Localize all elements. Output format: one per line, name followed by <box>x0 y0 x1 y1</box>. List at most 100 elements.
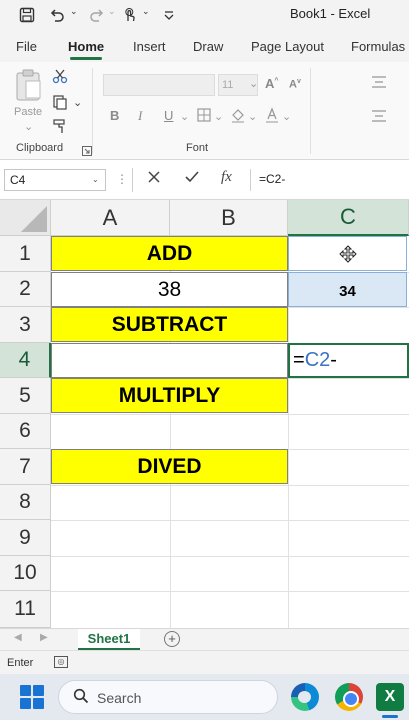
tab-draw[interactable]: Draw <box>193 39 223 54</box>
row-header-11[interactable]: 11 <box>0 591 51 628</box>
status-mode: Enter <box>7 657 34 669</box>
row-header-8[interactable]: 8 <box>0 485 51 520</box>
formula-input[interactable]: =C2- <box>250 169 409 191</box>
italic-button[interactable]: I <box>138 108 142 124</box>
window-title: Book1 - Excel <box>290 6 371 21</box>
row-header-5[interactable]: 5 <box>0 378 51 414</box>
row-header-1[interactable]: 1 <box>0 236 51 272</box>
gridline <box>51 520 409 521</box>
accessibility-icon[interactable]: ◎ <box>54 656 68 668</box>
borders-dropdown-icon[interactable]: ⌄ <box>214 110 223 123</box>
paste-icon[interactable] <box>14 68 44 107</box>
copy-dropdown-icon[interactable]: ⌄ <box>73 96 82 109</box>
cell-a3-subtract[interactable]: SUBTRACT <box>51 307 288 342</box>
sheet-tab-sheet1[interactable]: Sheet1 <box>78 629 140 650</box>
row-header-6[interactable]: 6 <box>0 414 51 449</box>
column-header-a[interactable]: A <box>51 200 170 236</box>
bold-button[interactable]: B <box>110 108 119 123</box>
row-header-10[interactable]: 10 <box>0 556 51 591</box>
tab-file[interactable]: File <box>16 39 37 54</box>
formula-bar-separator <box>132 168 133 192</box>
previous-sheet-icon[interactable]: ◀ <box>14 632 22 643</box>
align-top-icon[interactable] <box>370 74 388 95</box>
cell-a5-multiply[interactable]: MULTIPLY <box>51 378 288 413</box>
excel-app-icon[interactable]: X <box>376 683 404 711</box>
edge-browser-icon[interactable] <box>291 683 319 711</box>
borders-icon[interactable] <box>196 107 212 128</box>
ribbon: Paste ⌄ ⌄ 11 ⌄ A^ Av B I U ⌄ ⌄ ⌄ ⌄ Clipb… <box>0 62 409 160</box>
move-cursor-icon <box>338 244 357 263</box>
font-name-box[interactable] <box>103 74 215 96</box>
column-header-b[interactable]: B <box>170 200 288 236</box>
cell-a7-dived[interactable]: DIVED <box>51 449 288 484</box>
sheet-tab-bar: ◀ ▶ Sheet1 + <box>0 628 409 650</box>
ribbon-separator <box>310 68 311 154</box>
cut-icon[interactable] <box>52 68 68 89</box>
increase-font-icon[interactable]: A^ <box>265 76 278 91</box>
tab-insert[interactable]: Insert <box>133 39 166 54</box>
name-box-dropdown-icon[interactable]: ⌄ <box>92 175 99 184</box>
fill-color-dropdown-icon[interactable]: ⌄ <box>248 110 257 123</box>
customize-toolbar-icon[interactable] <box>158 4 180 26</box>
worksheet-grid: A B C 1 2 3 4 5 6 7 8 9 10 11 ADD 38 SUB… <box>0 200 409 628</box>
cell-c2-reference[interactable]: 34 <box>288 272 407 307</box>
status-bar: Enter ◎ <box>0 650 409 674</box>
row-header-7[interactable]: 7 <box>0 449 51 485</box>
decrease-font-icon[interactable]: Av <box>289 78 301 91</box>
underline-dropdown-icon[interactable]: ⌄ <box>180 110 189 123</box>
touch-mode-dropdown-icon[interactable]: ⌄ <box>142 6 150 17</box>
row-header-2[interactable]: 2 <box>0 272 51 307</box>
tab-formulas[interactable]: Formulas <box>351 39 405 54</box>
name-box[interactable]: C4 <box>4 169 106 191</box>
paste-label[interactable]: Paste <box>14 106 42 118</box>
cell-c4-editing[interactable]: =C2- <box>288 343 409 378</box>
more-icon[interactable]: ⋮ <box>116 172 128 186</box>
select-all-button[interactable] <box>0 200 51 236</box>
enter-icon[interactable] <box>184 170 200 189</box>
font-size-dropdown-icon[interactable]: ⌄ <box>249 77 258 90</box>
column-header-c[interactable]: C <box>288 200 409 236</box>
fill-color-icon[interactable] <box>230 107 246 128</box>
cell-a2-value[interactable]: 38 <box>51 272 288 307</box>
cell-c1[interactable] <box>288 236 407 271</box>
next-sheet-icon[interactable]: ▶ <box>40 632 48 643</box>
undo-dropdown-icon[interactable]: ⌄ <box>70 6 78 17</box>
row-header-3[interactable]: 3 <box>0 307 51 343</box>
title-bar: ⌄ ⌄ ⌄ Book1 - Excel <box>0 0 409 30</box>
cell-a4-empty[interactable] <box>51 343 288 378</box>
save-icon[interactable] <box>16 4 38 26</box>
touch-mode-icon[interactable] <box>118 4 140 26</box>
redo-icon[interactable] <box>86 4 108 26</box>
undo-icon[interactable] <box>46 4 68 26</box>
cell-a1-add[interactable]: ADD <box>51 236 288 271</box>
align-center-icon[interactable] <box>370 108 388 129</box>
formula-bar: C4 ⌄ ⋮ fx =C2- <box>0 160 409 200</box>
row-header-4[interactable]: 4 <box>0 343 51 378</box>
font-group-label: Font <box>186 142 209 154</box>
add-sheet-button[interactable]: + <box>164 631 180 647</box>
copy-icon[interactable] <box>52 94 68 115</box>
gridline <box>51 485 409 486</box>
windows-start-icon[interactable] <box>20 685 44 709</box>
gridline <box>51 414 409 415</box>
search-placeholder: Search <box>97 690 142 706</box>
insert-function-button[interactable]: fx <box>221 169 232 186</box>
select-all-triangle <box>21 206 47 232</box>
underline-button[interactable]: U <box>164 108 173 123</box>
gridline <box>51 591 409 592</box>
ribbon-separator <box>92 68 93 154</box>
paste-dropdown-icon[interactable]: ⌄ <box>24 120 33 133</box>
tab-page-layout[interactable]: Page Layout <box>251 39 324 54</box>
format-painter-icon[interactable] <box>52 118 68 139</box>
tab-home[interactable]: Home <box>68 39 104 54</box>
clipboard-launcher-icon[interactable] <box>82 143 92 161</box>
search-icon <box>73 688 89 709</box>
chrome-browser-icon[interactable] <box>335 683 363 711</box>
cancel-icon[interactable] <box>147 170 161 189</box>
redo-dropdown-icon[interactable]: ⌄ <box>108 6 116 17</box>
gridline <box>51 556 409 557</box>
font-color-dropdown-icon[interactable]: ⌄ <box>282 110 291 123</box>
font-color-icon[interactable] <box>264 107 280 128</box>
row-header-9[interactable]: 9 <box>0 520 51 556</box>
taskbar-search[interactable]: Search <box>58 680 278 714</box>
